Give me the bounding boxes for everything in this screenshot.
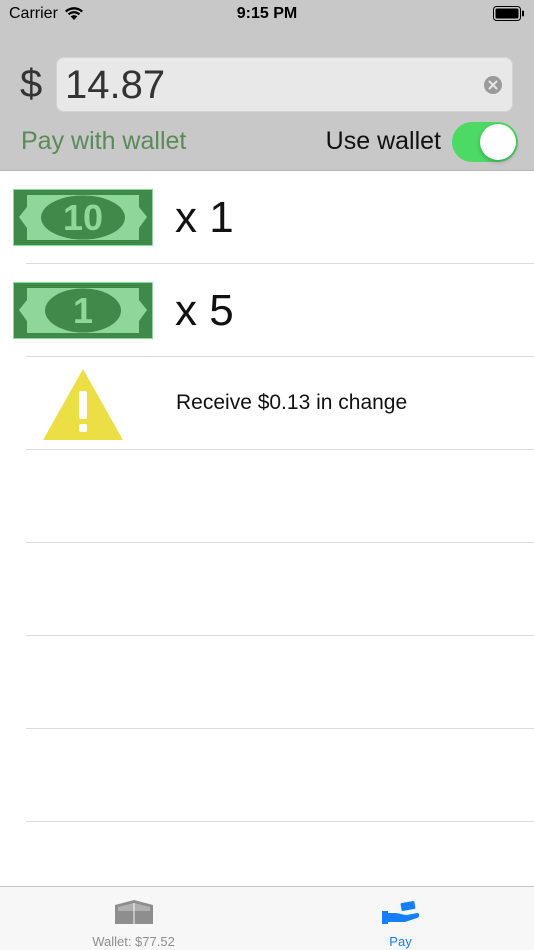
use-wallet-label: Use wallet xyxy=(325,127,441,155)
battery-icon xyxy=(493,6,524,21)
svg-text:10: 10 xyxy=(63,197,103,238)
svg-text:1: 1 xyxy=(73,290,93,331)
empty-row xyxy=(0,543,534,636)
tab-wallet-label: Wallet: $77.52 xyxy=(92,934,175,949)
status-time: 9:15 PM xyxy=(236,5,298,22)
tab-bar: Wallet: $77.52 Pay xyxy=(0,886,534,950)
amount-input[interactable] xyxy=(65,62,465,108)
toggle-knob xyxy=(480,124,516,160)
ten-dollar-bill-icon: 10 xyxy=(13,189,153,246)
use-wallet-toggle[interactable] xyxy=(452,122,518,162)
list-item: 10 x 1 xyxy=(0,171,534,264)
tab-pay-label: Pay xyxy=(389,934,412,949)
pay-with-wallet-label: Pay with wallet xyxy=(21,127,187,155)
tab-pay[interactable]: Pay xyxy=(267,887,534,950)
empty-row xyxy=(0,450,534,543)
empty-row xyxy=(0,729,534,822)
payment-list: 10 x 1 1 x 5 Receive $0.13 in change xyxy=(0,171,534,822)
payment-header: $ Pay with wallet Use wallet xyxy=(0,40,534,171)
bill-count: x 5 xyxy=(175,286,234,335)
wallet-icon xyxy=(114,900,153,924)
change-warning-row: Receive $0.13 in change xyxy=(0,357,534,450)
pay-hand-icon xyxy=(381,901,419,924)
amount-field[interactable] xyxy=(56,57,513,112)
one-dollar-bill-icon: 1 xyxy=(13,282,153,339)
warning-icon xyxy=(43,369,123,440)
status-bar: Carrier 9:15 PM xyxy=(0,0,534,40)
change-message: Receive $0.13 in change xyxy=(176,391,408,414)
list-item: 1 x 5 xyxy=(0,264,534,357)
empty-row xyxy=(0,636,534,729)
bill-count: x 1 xyxy=(175,193,234,242)
currency-symbol: $ xyxy=(20,62,43,106)
tab-wallet[interactable]: Wallet: $77.52 xyxy=(0,887,267,950)
clear-icon[interactable] xyxy=(484,76,502,94)
